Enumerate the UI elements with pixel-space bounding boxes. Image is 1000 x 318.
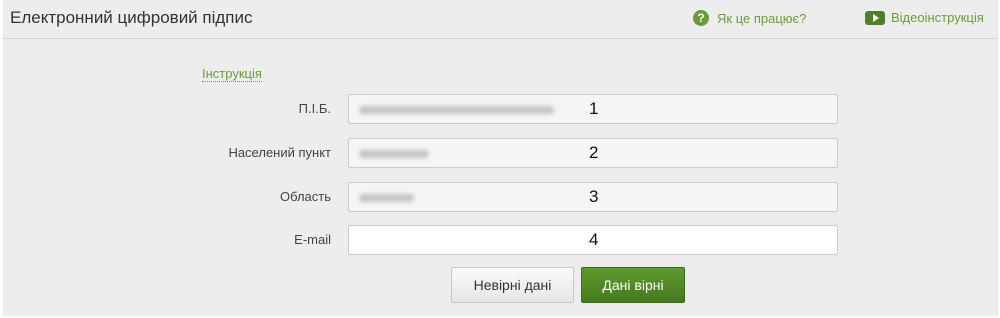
redacted-value [359,106,554,114]
settlement-field[interactable]: 2 [348,138,838,168]
how-it-works-label: Як це працює? [717,10,807,26]
redacted-value [359,194,414,202]
settlement-label: Населений пункт [228,145,331,160]
full-name-field[interactable]: 1 [348,94,838,124]
field-marker: 4 [589,230,599,249]
video-play-icon [865,10,885,25]
form-row-email: E-mail 4 [3,225,997,255]
region-field[interactable]: 3 [348,182,838,212]
email-label: E-mail [294,232,331,247]
field-marker: 1 [589,99,599,118]
field-marker: 2 [589,143,599,162]
video-instruction-link[interactable]: Відеоінструкція [865,10,984,25]
esign-panel: Електронний цифровий підпис ? Як це прац… [3,0,998,316]
data-correct-button[interactable]: Дані вірні [581,267,685,303]
redacted-value [359,150,429,158]
full-name-label: П.І.Б. [298,101,331,116]
email-field[interactable]: 4 [348,225,838,255]
region-label: Область [279,189,331,204]
wrong-data-button[interactable]: Невірні дані [451,267,574,303]
page-title: Електронний цифровий підпис [10,8,253,27]
form-row-full-name: П.І.Б. 1 [3,94,997,124]
form-row-region: Область 3 [3,182,997,212]
video-instruction-label: Відеоінструкція [891,10,984,25]
question-icon: ? [693,10,709,26]
instruction-link[interactable]: Інструкція [202,66,262,82]
form-row-settlement: Населений пункт 2 [3,138,997,168]
field-marker: 3 [589,187,599,206]
panel-header: Електронний цифровий підпис ? Як це прац… [3,0,997,39]
how-it-works-link[interactable]: ? Як це працює? [693,10,806,26]
